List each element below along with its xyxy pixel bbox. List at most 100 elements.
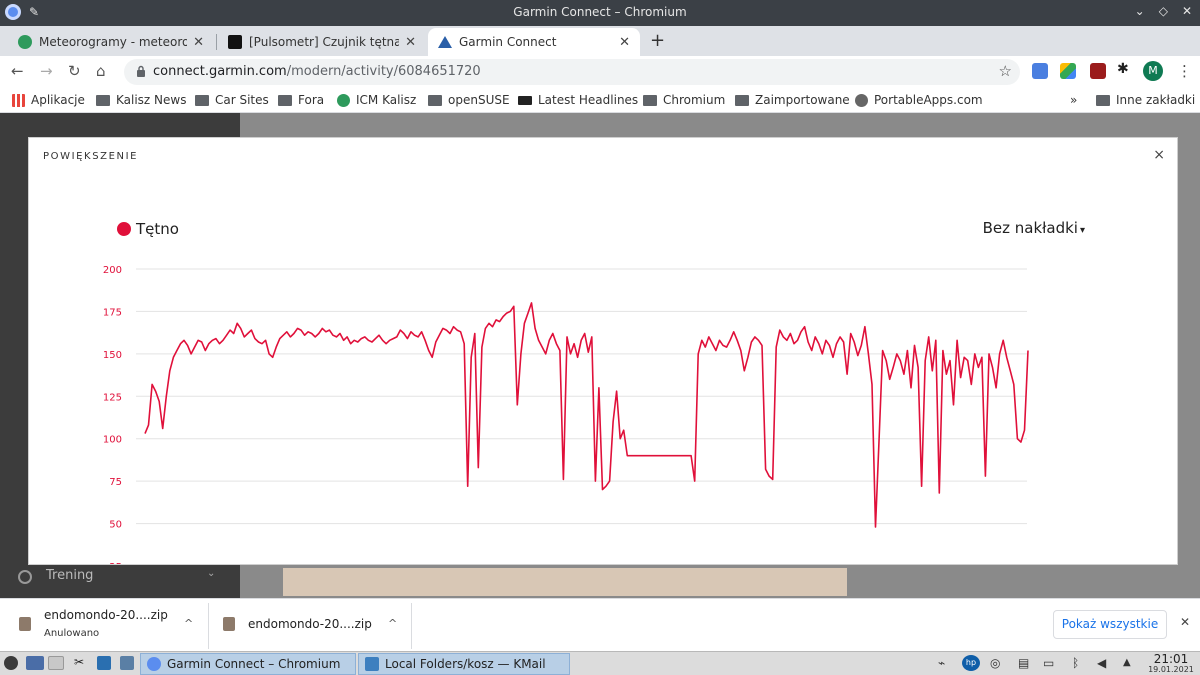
maximize-icon[interactable]: ◇: [1159, 4, 1168, 18]
drive-extension-icon[interactable]: [1060, 63, 1076, 79]
garmin-favicon-icon: [438, 36, 452, 48]
zoom-modal: POWIĘKSZENIE × Tętno Bez nakładki ▾ 200 17…: [28, 137, 1178, 565]
new-tab-button[interactable]: +: [650, 30, 665, 51]
bookmarks-overflow-button[interactable]: »: [1070, 93, 1077, 107]
download-menu-caret[interactable]: ^: [184, 617, 193, 630]
app-launcher-icon[interactable]: [4, 656, 18, 670]
download-separator: [208, 603, 209, 649]
taskbar: ✂ Garmin Connect – Chromium Local Folder…: [0, 651, 1200, 675]
y-tick-label: 150: [103, 350, 122, 361]
bookmark-car-sites[interactable]: Car Sites: [195, 93, 269, 107]
url-text: connect.garmin.com/modern/activity/60846…: [153, 64, 481, 79]
profile-avatar[interactable]: M: [1143, 61, 1163, 81]
close-tab-icon[interactable]: ✕: [619, 35, 630, 50]
system-settings-icon[interactable]: [120, 656, 134, 670]
icm-favicon-icon: [337, 93, 350, 107]
tab-label: Meteorogramy - meteorogra: [39, 35, 188, 49]
bookmark-portableapps[interactable]: PortableApps.com: [855, 93, 983, 107]
bookmark-chromium[interactable]: Chromium: [643, 93, 725, 107]
forward-icon[interactable]: →: [40, 62, 53, 80]
tab-strip: Meteorogramy - meteorogra ✕ [Pulsometr] …: [0, 26, 1200, 56]
heart-rate-line[interactable]: [144, 302, 1029, 528]
chromium-task-icon: [147, 657, 161, 671]
volume-icon[interactable]: ◀: [1097, 656, 1106, 670]
bookmark-label: Latest Headlines: [538, 93, 639, 107]
clipboard-icon[interactable]: ▤: [1018, 656, 1029, 670]
system-clock[interactable]: 21:01 19.01.2021: [1146, 653, 1196, 675]
window-titlebar: ✎ Garmin Connect – Chromium ⌄ ◇ ✕: [0, 0, 1200, 26]
bbc-favicon-icon: [518, 95, 532, 105]
close-tab-icon[interactable]: ✕: [193, 35, 204, 50]
download-menu-caret[interactable]: ^: [388, 617, 397, 630]
bluetooth-icon[interactable]: ᛒ: [1072, 656, 1079, 670]
tab-label: Garmin Connect: [459, 35, 557, 49]
tab-pulsometr[interactable]: [Pulsometr] Czujnik tętna Ma ✕: [218, 28, 426, 56]
bookmark-label: Inne zakładki: [1116, 93, 1196, 107]
downloads-bar: endomondo-20....zip Anulowano ^ endomond…: [0, 598, 1200, 651]
task-garmin-chromium[interactable]: Garmin Connect – Chromium: [140, 653, 356, 675]
bookmark-icm-kalisz[interactable]: ICM Kalisz: [337, 93, 416, 107]
y-tick-label: 25: [109, 562, 122, 565]
clock-time: 21:01: [1153, 652, 1189, 666]
tools-icon[interactable]: ✂: [74, 655, 88, 669]
close-downloads-icon[interactable]: ✕: [1180, 615, 1190, 629]
download-item[interactable]: endomondo-20....zip Anulowano ^: [19, 607, 199, 645]
bookmark-star-icon[interactable]: ☆: [999, 62, 1012, 80]
shield-extension-icon[interactable]: [1090, 63, 1106, 79]
file-manager-icon[interactable]: [97, 656, 111, 670]
bookmark-opensuse[interactable]: openSUSE: [428, 93, 510, 107]
back-icon[interactable]: ←: [11, 62, 24, 80]
window-title: Garmin Connect – Chromium: [513, 5, 687, 19]
tab-garmin-connect[interactable]: Garmin Connect ✕: [428, 28, 640, 56]
close-window-icon[interactable]: ✕: [1182, 4, 1192, 18]
task-label: Garmin Connect – Chromium: [167, 657, 341, 671]
reload-icon[interactable]: ↻: [68, 62, 81, 80]
download-status: Anulowano: [44, 628, 100, 639]
tab-meteorogramy[interactable]: Meteorogramy - meteorogra ✕: [8, 28, 214, 56]
tray-expand-icon[interactable]: ▲: [1123, 657, 1131, 668]
desktop-pager-icon[interactable]: [48, 656, 64, 670]
portableapps-favicon-icon: [855, 93, 868, 107]
bookmark-label: Car Sites: [215, 93, 269, 107]
vault-icon[interactable]: ◎: [990, 656, 1000, 670]
show-all-downloads-button[interactable]: Pokaż wszystkie: [1053, 610, 1167, 639]
folder-icon: [1096, 94, 1110, 106]
address-bar[interactable]: connect.garmin.com/modern/activity/60846…: [124, 59, 1020, 85]
folder-icon: [735, 94, 749, 106]
bookmarks-bar: Aplikacje Kalisz News Car Sites Fora ICM…: [0, 88, 1200, 113]
bookmark-apps[interactable]: Aplikacje: [12, 93, 85, 107]
bookmark-label: ICM Kalisz: [356, 93, 417, 107]
bookmark-kalisz-news[interactable]: Kalisz News: [96, 93, 186, 107]
hp-icon[interactable]: hp: [962, 655, 980, 671]
translate-extension-icon[interactable]: [1032, 63, 1048, 79]
home-icon[interactable]: ⌂: [96, 62, 106, 80]
download-item[interactable]: endomondo-20....zip ^: [223, 607, 403, 645]
sidebar-item-training[interactable]: Trening: [46, 568, 93, 583]
bookmark-fora[interactable]: Fora: [278, 93, 324, 107]
task-kmail[interactable]: Local Folders/kosz — KMail: [358, 653, 570, 675]
bookmark-latest-headlines[interactable]: Latest Headlines: [518, 93, 638, 107]
y-tick-label: 75: [109, 477, 122, 488]
bookmark-label: PortableApps.com: [874, 93, 983, 107]
y-tick-label: 125: [103, 392, 122, 403]
bookmark-zaimportowane[interactable]: Zaimportowane: [735, 93, 850, 107]
network-icon[interactable]: ⌁: [938, 656, 945, 670]
bookmark-other[interactable]: Inne zakładki: [1096, 93, 1195, 107]
bookmark-label: Fora: [298, 93, 325, 107]
kmail-task-icon: [365, 657, 379, 671]
battery-icon[interactable]: ▭: [1043, 656, 1054, 670]
task-label: Local Folders/kosz — KMail: [385, 657, 546, 671]
close-tab-icon[interactable]: ✕: [405, 35, 416, 50]
heart-rate-chart: 200 175 150 125 100 75 50 25: [103, 265, 1029, 565]
bookmark-label: Zaimportowane: [755, 93, 850, 107]
timeline-strip: [283, 568, 847, 596]
extensions-puzzle-icon[interactable]: ✱: [1117, 61, 1133, 77]
chevron-down-icon: ⌄: [207, 568, 216, 579]
bookmark-label: openSUSE: [448, 93, 510, 107]
clock-date: 19.01.2021: [1148, 665, 1194, 674]
desktop-pager-icon[interactable]: [26, 656, 44, 670]
folder-icon: [278, 94, 292, 106]
browser-menu-icon[interactable]: ⋮: [1177, 62, 1192, 80]
minimize-icon[interactable]: ⌄: [1135, 4, 1145, 18]
lock-icon: [137, 65, 145, 77]
